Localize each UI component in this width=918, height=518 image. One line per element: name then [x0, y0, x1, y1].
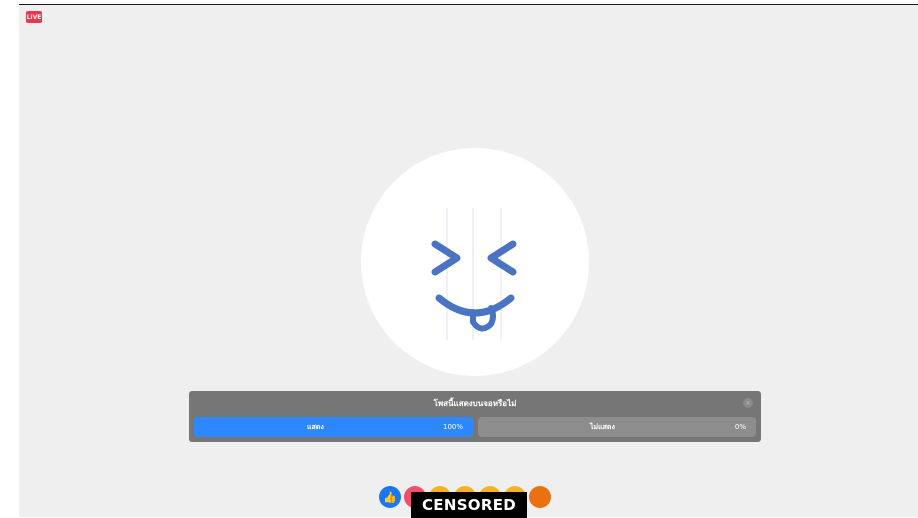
censor-bar: CENSORED [411, 492, 527, 518]
live-badge: LIVE [26, 11, 42, 23]
angry-icon[interactable] [529, 486, 551, 508]
poll-option-percent: 0% [734, 423, 746, 431]
close-icon[interactable]: × [743, 398, 753, 408]
emoji-circle [361, 148, 589, 376]
poll-question: โพสนี้แสดงบนจอหรือไม่ [433, 399, 517, 408]
poll-option-label: แสดง [307, 422, 324, 431]
like-icon[interactable]: 👍 [379, 486, 401, 508]
poll-panel: โพสนี้แสดงบนจอหรือไม่ × แสดง 100% ไม่แสด… [189, 391, 761, 442]
poll-option-percent: 100% [442, 423, 463, 431]
poll-option-hide[interactable]: ไม่แสดง 0% [478, 417, 756, 437]
poll-option-show[interactable]: แสดง 100% [194, 417, 473, 437]
poll-option-label: ไม่แสดง [590, 422, 615, 431]
live-stream-screen: LIVE โพสนี้แสดงบนจอหรือไม่ × แสดง 100% ไ… [19, 4, 918, 517]
winking-tongue-face-icon [431, 208, 517, 340]
